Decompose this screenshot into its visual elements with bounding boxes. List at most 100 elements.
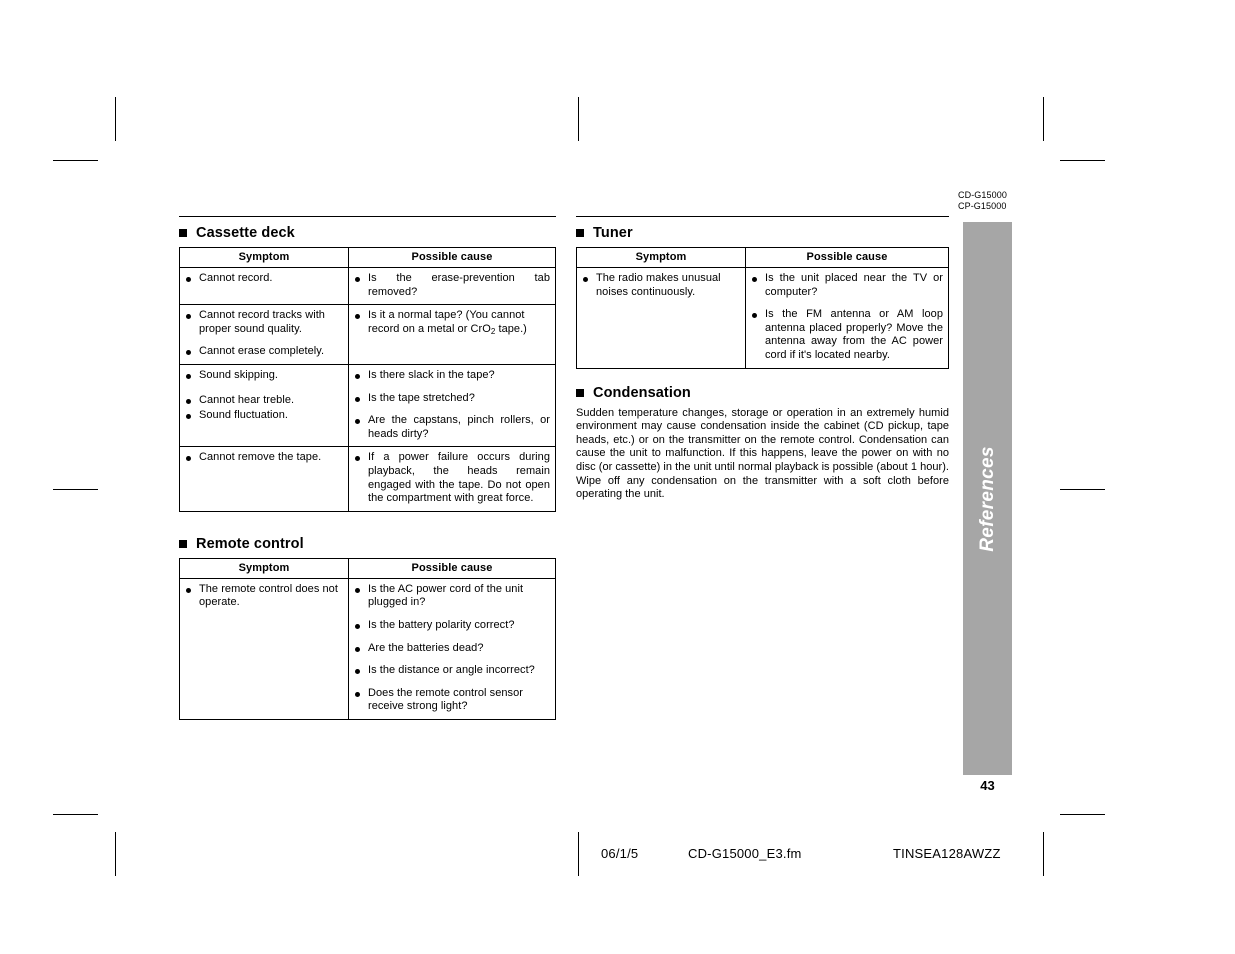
symptom-list: Cannot record.: [185, 272, 343, 286]
section-tab-references: References: [963, 222, 1012, 775]
cause-list: Is the erase-prevention tab removed?: [354, 272, 550, 299]
model-number-secondary: CP-G15000: [958, 200, 1007, 211]
cause-cell: Is it a normal tape? (You cannot record …: [348, 304, 556, 365]
list-item: The remote control does not operate.: [185, 583, 343, 610]
footer-rule-right: [1043, 832, 1044, 876]
table-row: Cannot remove the tape. If a power failu…: [179, 446, 556, 512]
cause-list: Is there slack in the tape? Is the tape …: [354, 369, 550, 441]
crop-mark-bottom-right-horizontal: [1060, 814, 1105, 815]
list-item: If a power failure occurs during playbac…: [354, 451, 550, 505]
tuner-table: Symptom Possible cause The radio makes u…: [576, 247, 949, 369]
symptom-list: The radio makes unusual noises continuou…: [582, 272, 740, 299]
crop-mark-bottom-left-horizontal: [53, 814, 98, 815]
bullet-square-icon: [179, 539, 187, 548]
model-number-block: CD-G15000 CP-G15000: [958, 190, 1007, 211]
symptom-list: The remote control does not operate.: [185, 583, 343, 610]
list-item: The radio makes unusual noises continuou…: [582, 272, 740, 299]
column-header-possible-cause: Possible cause: [348, 247, 556, 268]
footer-date: 06/1/5: [601, 846, 639, 861]
section-top-rule-left: [179, 216, 556, 217]
bullet-square-icon: [576, 388, 584, 397]
table-header-row: Symptom Possible cause: [576, 247, 949, 268]
list-item: Cannot remove the tape.: [185, 451, 343, 465]
crop-mark-top-right-horizontal: [1060, 160, 1105, 161]
page-number: 43: [980, 778, 995, 793]
cause-cell: Is the AC power cord of the unit plugged…: [348, 577, 556, 720]
list-item: Is the AC power cord of the unit plugged…: [354, 583, 550, 610]
symptom-cell: The radio makes unusual noises continuou…: [576, 267, 746, 369]
cause-cell: Is there slack in the tape? Is the tape …: [348, 363, 556, 448]
crop-mark-top-left-horizontal: [53, 160, 98, 161]
list-item: Is the tape stretched?: [354, 392, 550, 406]
list-item: Is the erase-prevention tab removed?: [354, 272, 550, 299]
symptom-list: Sound skipping. Cannot hear treble. Soun…: [185, 369, 343, 423]
table-row: The radio makes unusual noises continuou…: [576, 267, 949, 369]
section-title-text: Condensation: [593, 384, 691, 401]
crop-mark-top-left-vertical: [115, 97, 116, 141]
column-header-symptom: Symptom: [179, 557, 349, 579]
condensation-paragraph: Sudden temperature changes, storage or o…: [576, 406, 949, 501]
crop-mark-top-center-vertical: [578, 97, 579, 141]
table-row: Cannot record tracks with proper sound q…: [179, 304, 556, 365]
list-item: Sound fluctuation.: [185, 409, 343, 423]
symptom-cell: Sound skipping. Cannot hear treble. Soun…: [179, 363, 349, 448]
list-item: Is the distance or angle incorrect?: [354, 664, 550, 678]
footer-doc-code: TINSEA128AWZZ: [893, 846, 1001, 861]
table-header-row: Symptom Possible cause: [179, 557, 556, 579]
table-row: Cannot record. Is the erase-prevention t…: [179, 266, 556, 306]
section-heading-tuner: Tuner: [576, 225, 949, 241]
list-item: Are the capstans, pinch rollers, or head…: [354, 414, 550, 441]
crop-mark-mid-right-horizontal: [1060, 489, 1105, 490]
list-item: Is the battery polarity correct?: [354, 619, 550, 633]
section-heading-remote-control: Remote control: [179, 536, 556, 552]
symptom-cell: The remote control does not operate.: [179, 577, 349, 720]
crop-mark-top-right-vertical: [1043, 97, 1044, 141]
list-item: Is the unit placed near the TV or comput…: [751, 272, 943, 299]
list-item: Is there slack in the tape?: [354, 369, 550, 383]
crop-mark-mid-left-horizontal: [53, 489, 98, 490]
cause-list: Is the unit placed near the TV or comput…: [751, 272, 943, 363]
section-heading-cassette-deck: Cassette deck: [179, 225, 556, 241]
section-heading-condensation: Condensation: [576, 385, 949, 401]
list-item: Cannot erase completely.: [185, 345, 343, 359]
table-header-row: Symptom Possible cause: [179, 247, 556, 268]
cause-list: Is the AC power cord of the unit plugged…: [354, 583, 550, 714]
cause-cell: Is the unit placed near the TV or comput…: [745, 267, 949, 369]
cause-cell: Is the erase-prevention tab removed?: [348, 266, 556, 306]
list-item: Sound skipping.: [185, 369, 343, 383]
list-item: Is the FM antenna or AM loop antenna pla…: [751, 308, 943, 362]
list-item: Cannot record tracks with proper sound q…: [185, 309, 343, 336]
cause-cell: If a power failure occurs during playbac…: [348, 446, 556, 512]
table-row: Sound skipping. Cannot hear treble. Soun…: [179, 363, 556, 448]
list-item: Cannot record.: [185, 272, 343, 286]
symptom-list: Cannot remove the tape.: [185, 451, 343, 465]
right-column: Tuner Symptom Possible cause The radio m…: [576, 216, 949, 502]
cause-list: If a power failure occurs during playbac…: [354, 451, 550, 505]
symptom-cell: Cannot record tracks with proper sound q…: [179, 304, 349, 365]
section-title-text: Tuner: [593, 225, 633, 241]
symptom-list: Cannot record tracks with proper sound q…: [185, 309, 343, 359]
table-row: The remote control does not operate. Is …: [179, 577, 556, 720]
column-header-symptom: Symptom: [179, 247, 349, 268]
list-item: Are the batteries dead?: [354, 642, 550, 656]
section-title-text: Remote control: [196, 535, 304, 552]
bullet-square-icon: [179, 229, 187, 237]
section-title-text: Cassette deck: [196, 225, 295, 241]
column-header-symptom: Symptom: [576, 247, 746, 268]
symptom-cell: Cannot remove the tape.: [179, 446, 349, 512]
list-item: Cannot hear treble.: [185, 394, 343, 408]
section-top-rule-right: [576, 216, 949, 217]
section-tab-label: References: [976, 445, 998, 552]
footer-rule-left: [578, 832, 579, 876]
column-header-possible-cause: Possible cause: [348, 557, 556, 579]
bullet-square-icon: [576, 229, 584, 237]
left-column: Cassette deck Symptom Possible cause Can…: [179, 216, 556, 720]
model-number-primary: CD-G15000: [958, 190, 1007, 200]
footer-file-name: CD-G15000_E3.fm: [688, 846, 802, 861]
crop-mark-bottom-left-vertical: [115, 832, 116, 876]
column-header-possible-cause: Possible cause: [745, 247, 949, 268]
list-item: Is it a normal tape? (You cannot record …: [354, 309, 550, 336]
symptom-cell: Cannot record.: [179, 266, 349, 306]
remote-control-table: Symptom Possible cause The remote contro…: [179, 557, 556, 720]
list-item: Does the remote control sensor receive s…: [354, 687, 550, 714]
